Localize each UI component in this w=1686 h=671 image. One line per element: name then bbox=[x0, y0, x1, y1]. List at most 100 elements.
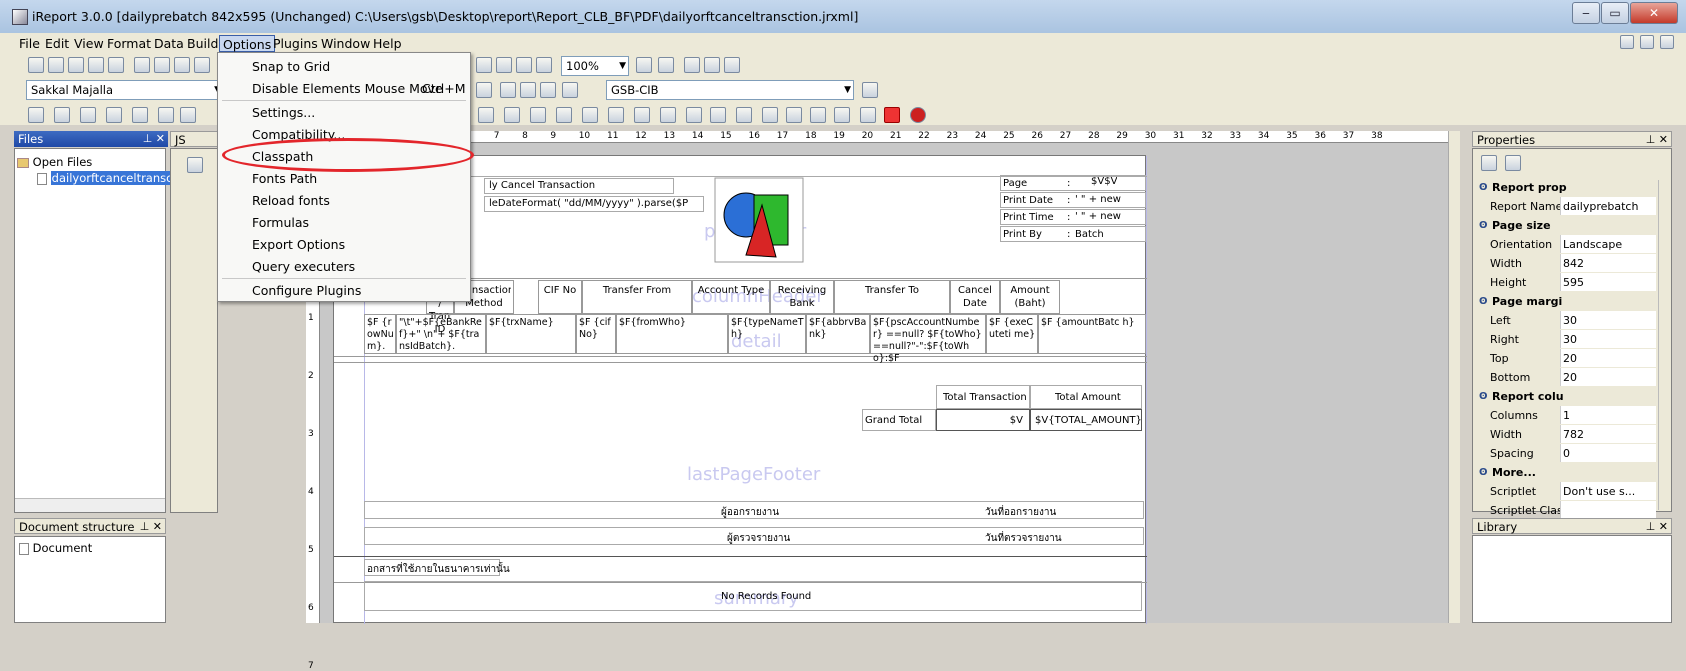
property-value[interactable]: 20 bbox=[1560, 349, 1656, 367]
open-icon[interactable] bbox=[68, 57, 84, 73]
property-row[interactable]: Spacing 0 bbox=[1474, 444, 1672, 463]
plugin-add-icon[interactable] bbox=[187, 157, 203, 173]
compile-icon[interactable] bbox=[684, 57, 700, 73]
center-h-icon[interactable] bbox=[530, 107, 546, 123]
property-row[interactable]: Right 30 bbox=[1474, 330, 1672, 349]
align-top-icon[interactable] bbox=[500, 82, 516, 98]
menu-window[interactable]: Window bbox=[318, 35, 373, 52]
date-expression-field[interactable]: leDateFormat( "dd/MM/yyyy" ).parse($P bbox=[484, 196, 704, 212]
report-title-field[interactable]: ly Cancel Transaction bbox=[484, 178, 674, 194]
panel-pin-close-icon[interactable]: ⊥ ✕ bbox=[143, 131, 165, 147]
property-row[interactable]: Top 20 bbox=[1474, 349, 1672, 368]
same-width-icon[interactable] bbox=[180, 107, 196, 123]
save-icon[interactable] bbox=[88, 57, 104, 73]
detail-field[interactable]: $F {amountBatc h} bbox=[1038, 314, 1146, 354]
close-doc-icon[interactable] bbox=[1660, 35, 1674, 49]
new-icon[interactable] bbox=[28, 57, 44, 73]
property-category[interactable]: ʘ Report colu bbox=[1474, 387, 1672, 406]
move-icon[interactable] bbox=[834, 107, 850, 123]
menu-edit[interactable]: Edit bbox=[42, 35, 72, 52]
property-row[interactable]: Scriptlet Don't use s... bbox=[1474, 482, 1672, 501]
panel-pin-close-icon[interactable]: ⊥ ✕ bbox=[1646, 519, 1668, 535]
menu-format[interactable]: Format bbox=[104, 35, 154, 52]
page-icon[interactable] bbox=[476, 57, 492, 73]
logo-image[interactable] bbox=[714, 177, 806, 265]
space-v-icon[interactable] bbox=[504, 107, 520, 123]
menu-help[interactable]: Help bbox=[370, 35, 405, 52]
total-amount-header[interactable]: Total Amount bbox=[1030, 385, 1142, 409]
align-bottom2-icon[interactable] bbox=[158, 107, 174, 123]
menu-item-export-options[interactable]: Export Options bbox=[252, 237, 345, 252]
menu-options[interactable]: Options bbox=[219, 35, 276, 52]
paste-icon[interactable] bbox=[174, 57, 190, 73]
restore-icon[interactable] bbox=[1620, 35, 1634, 49]
menu-item-disable-mouse-move[interactable]: Disable Elements Mouse Move Ctrl+M bbox=[252, 81, 466, 96]
column-header[interactable]: Receiving Bank bbox=[770, 280, 834, 314]
space-h-icon[interactable] bbox=[478, 107, 494, 123]
panel-pin-close-icon[interactable]: ⊥ ✕ bbox=[140, 519, 162, 535]
wizard-icon[interactable] bbox=[48, 57, 64, 73]
split-icon[interactable] bbox=[762, 107, 778, 123]
property-value[interactable]: Landscape bbox=[1560, 235, 1656, 253]
menu-build[interactable]: Build bbox=[184, 35, 221, 52]
property-value[interactable]: Don't use s... bbox=[1560, 482, 1656, 500]
signature-row-2[interactable]: ผู้ตรวจรายงาน วันที่ตรวจรายงาน bbox=[364, 527, 1144, 545]
print-date-row[interactable]: Print Date : ' " + new bbox=[1000, 192, 1146, 208]
menu-plugins[interactable]: Plugins bbox=[270, 35, 321, 52]
column-header[interactable]: Transfer From bbox=[582, 280, 692, 314]
float-icon[interactable] bbox=[1640, 35, 1654, 49]
document-node[interactable]: Document bbox=[19, 541, 92, 555]
detail-field[interactable]: $F{abbrvBank} bbox=[806, 314, 870, 354]
align-right-icon[interactable] bbox=[54, 107, 70, 123]
pointer-icon[interactable] bbox=[194, 57, 210, 73]
align-bottom-icon[interactable] bbox=[540, 82, 556, 98]
magnet-icon[interactable] bbox=[884, 107, 900, 123]
grand-total-label[interactable]: Grand Total bbox=[862, 409, 936, 431]
detail-field[interactable]: $F{fromWho} bbox=[616, 314, 728, 354]
properties-icon[interactable] bbox=[860, 107, 876, 123]
menu-item-configure-plugins[interactable]: Configure Plugins bbox=[252, 283, 361, 298]
menu-data[interactable]: Data bbox=[151, 35, 187, 52]
run-icon[interactable] bbox=[704, 57, 720, 73]
style-edit-icon[interactable] bbox=[862, 82, 878, 98]
align-h-center-icon[interactable] bbox=[80, 107, 96, 123]
property-row[interactable]: Left 30 bbox=[1474, 311, 1672, 330]
property-value[interactable]: dailyprebatch bbox=[1560, 197, 1656, 215]
tab-js-plugin[interactable]: JS plugin bbox=[170, 131, 220, 163]
copy-icon[interactable] bbox=[154, 57, 170, 73]
property-category[interactable]: ʘ Page size bbox=[1474, 216, 1672, 235]
align-left-icon[interactable] bbox=[28, 107, 44, 123]
no-records-field[interactable]: No Records Found bbox=[364, 581, 1142, 611]
run-db-icon[interactable] bbox=[724, 57, 740, 73]
send-back-icon[interactable] bbox=[810, 107, 826, 123]
panel-pin-close-icon[interactable]: ⊥ ✕ bbox=[1646, 132, 1668, 148]
minimize-button[interactable]: ‒ bbox=[1572, 2, 1600, 24]
menu-item-fonts-path[interactable]: Fonts Path bbox=[252, 171, 317, 186]
detail-field[interactable]: $F {cifNo} bbox=[576, 314, 616, 354]
close-button[interactable]: ✕ bbox=[1630, 2, 1678, 24]
open-files-node[interactable]: Open Files bbox=[17, 155, 92, 169]
fit-width-icon[interactable] bbox=[608, 107, 624, 123]
property-value[interactable]: 20 bbox=[1560, 368, 1656, 386]
internal-use-note[interactable]: อกสารที่ใช้ภายในธนาคารเท่านั้น bbox=[364, 559, 510, 576]
menu-item-query-executers[interactable]: Query executers bbox=[252, 259, 355, 274]
bring-front-icon[interactable] bbox=[786, 107, 802, 123]
align-justify-icon[interactable] bbox=[476, 82, 492, 98]
menu-item-snap-to-grid[interactable]: Snap to Grid bbox=[252, 59, 330, 74]
column-header[interactable]: Amount (Baht) bbox=[1000, 280, 1060, 314]
center-v-icon[interactable] bbox=[556, 107, 572, 123]
band-icon[interactable] bbox=[496, 57, 512, 73]
properties-scrollbar[interactable] bbox=[1658, 180, 1670, 510]
menu-item-reload-fonts[interactable]: Reload fonts bbox=[252, 193, 330, 208]
same-size-icon[interactable] bbox=[582, 107, 598, 123]
border-icon[interactable] bbox=[562, 82, 578, 98]
menu-item-formulas[interactable]: Formulas bbox=[252, 215, 309, 230]
detail-field[interactable]: "\t"+$F{eBankRef}+" \n"+ $F{transIdBatch… bbox=[396, 314, 486, 354]
grid-icon[interactable] bbox=[710, 107, 726, 123]
property-category[interactable]: ʘ More... bbox=[1474, 463, 1672, 482]
column-header[interactable]: Transfer To bbox=[834, 280, 950, 314]
grand-total-count[interactable]: $V bbox=[936, 409, 1030, 431]
property-row[interactable]: Width 782 bbox=[1474, 425, 1672, 444]
increase-space-icon[interactable] bbox=[660, 107, 676, 123]
zoom-out-icon[interactable] bbox=[658, 57, 674, 73]
